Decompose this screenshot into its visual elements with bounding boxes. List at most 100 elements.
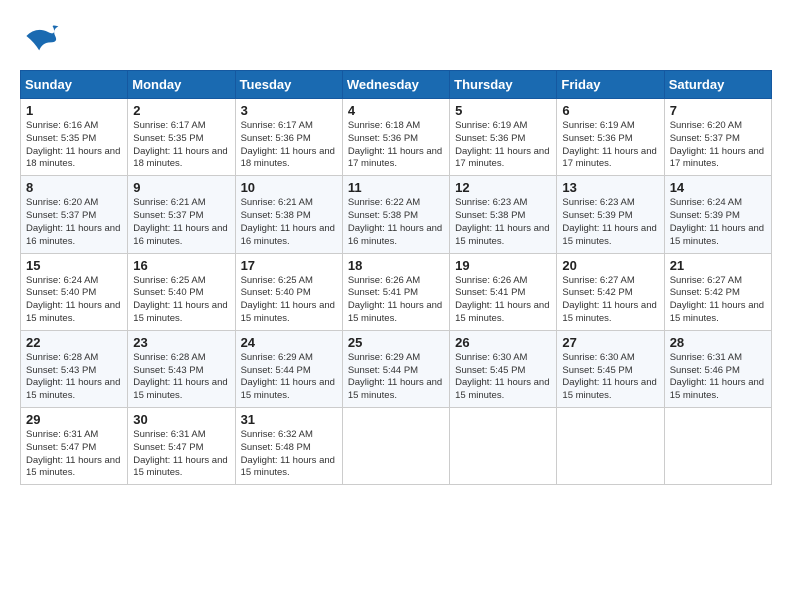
day-info: Sunrise: 6:27 AMSunset: 5:42 PMDaylight:… bbox=[670, 275, 766, 326]
calendar-cell: 15 Sunrise: 6:24 AMSunset: 5:40 PMDayligh… bbox=[21, 253, 128, 330]
day-info: Sunrise: 6:21 AMSunset: 5:38 PMDaylight:… bbox=[241, 197, 337, 248]
calendar-cell bbox=[557, 408, 664, 485]
day-number: 1 bbox=[26, 103, 122, 118]
day-number: 31 bbox=[241, 412, 337, 427]
day-info: Sunrise: 6:22 AMSunset: 5:38 PMDaylight:… bbox=[348, 197, 444, 248]
calendar-cell: 17 Sunrise: 6:25 AMSunset: 5:40 PMDayligh… bbox=[235, 253, 342, 330]
day-number: 24 bbox=[241, 335, 337, 350]
calendar-cell: 7Sunrise: 6:20 AMSunset: 5:37 PMDaylight… bbox=[664, 99, 771, 176]
weekday-header-tuesday: Tuesday bbox=[235, 71, 342, 99]
weekday-header-friday: Friday bbox=[557, 71, 664, 99]
day-info: Sunrise: 6:19 AMSunset: 5:36 PMDaylight:… bbox=[455, 120, 551, 171]
calendar-week-row: 29 Sunrise: 6:31 AMSunset: 5:47 PMDayligh… bbox=[21, 408, 772, 485]
day-info: Sunrise: 6:30 AMSunset: 5:45 PMDaylight:… bbox=[562, 352, 658, 403]
day-number: 15 bbox=[26, 258, 122, 273]
weekday-header-row: SundayMondayTuesdayWednesdayThursdayFrid… bbox=[21, 71, 772, 99]
calendar-cell: 3Sunrise: 6:17 AMSunset: 5:36 PMDaylight… bbox=[235, 99, 342, 176]
day-info: Sunrise: 6:26 AMSunset: 5:41 PMDaylight:… bbox=[455, 275, 551, 326]
day-info: Sunrise: 6:29 AMSunset: 5:44 PMDaylight:… bbox=[348, 352, 444, 403]
day-number: 18 bbox=[348, 258, 444, 273]
day-number: 28 bbox=[670, 335, 766, 350]
day-number: 27 bbox=[562, 335, 658, 350]
calendar-cell: 5 Sunrise: 6:19 AMSunset: 5:36 PMDaylight… bbox=[450, 99, 557, 176]
calendar-cell: 31 Sunrise: 6:32 AMSunset: 5:48 PMDayligh… bbox=[235, 408, 342, 485]
day-info: Sunrise: 6:20 AMSunset: 5:37 PMDaylight:… bbox=[670, 120, 766, 171]
day-info: Sunrise: 6:20 AMSunset: 5:37 PMDaylight:… bbox=[26, 197, 122, 248]
day-number: 12 bbox=[455, 180, 551, 195]
calendar-cell: 22Sunrise: 6:28 AMSunset: 5:43 PMDayligh… bbox=[21, 330, 128, 407]
calendar-cell: 6Sunrise: 6:19 AMSunset: 5:36 PMDaylight… bbox=[557, 99, 664, 176]
day-info: Sunrise: 6:23 AMSunset: 5:38 PMDaylight:… bbox=[455, 197, 551, 248]
logo bbox=[20, 20, 65, 60]
day-number: 23 bbox=[133, 335, 229, 350]
calendar-cell: 21Sunrise: 6:27 AMSunset: 5:42 PMDayligh… bbox=[664, 253, 771, 330]
day-number: 5 bbox=[455, 103, 551, 118]
day-info: Sunrise: 6:32 AMSunset: 5:48 PMDaylight:… bbox=[241, 429, 337, 480]
calendar-cell: 14Sunrise: 6:24 AMSunset: 5:39 PMDayligh… bbox=[664, 176, 771, 253]
weekday-header-monday: Monday bbox=[128, 71, 235, 99]
calendar-cell: 26 Sunrise: 6:30 AMSunset: 5:45 PMDayligh… bbox=[450, 330, 557, 407]
calendar-table: SundayMondayTuesdayWednesdayThursdayFrid… bbox=[20, 70, 772, 485]
day-number: 9 bbox=[133, 180, 229, 195]
calendar-cell: 10 Sunrise: 6:21 AMSunset: 5:38 PMDayligh… bbox=[235, 176, 342, 253]
calendar-cell: 13 Sunrise: 6:23 AMSunset: 5:39 PMDayligh… bbox=[557, 176, 664, 253]
weekday-header-saturday: Saturday bbox=[664, 71, 771, 99]
weekday-header-sunday: Sunday bbox=[21, 71, 128, 99]
calendar-cell: 12 Sunrise: 6:23 AMSunset: 5:38 PMDayligh… bbox=[450, 176, 557, 253]
day-number: 25 bbox=[348, 335, 444, 350]
calendar-week-row: 15 Sunrise: 6:24 AMSunset: 5:40 PMDayligh… bbox=[21, 253, 772, 330]
day-info: Sunrise: 6:21 AMSunset: 5:37 PMDaylight:… bbox=[133, 197, 229, 248]
day-info: Sunrise: 6:19 AMSunset: 5:36 PMDaylight:… bbox=[562, 120, 658, 171]
calendar-cell: 29 Sunrise: 6:31 AMSunset: 5:47 PMDayligh… bbox=[21, 408, 128, 485]
day-number: 19 bbox=[455, 258, 551, 273]
page-header bbox=[20, 20, 772, 60]
calendar-cell bbox=[342, 408, 449, 485]
day-info: Sunrise: 6:18 AMSunset: 5:36 PMDaylight:… bbox=[348, 120, 444, 171]
calendar-cell bbox=[450, 408, 557, 485]
calendar-cell: 30 Sunrise: 6:31 AMSunset: 5:47 PMDayligh… bbox=[128, 408, 235, 485]
calendar-cell: 4 Sunrise: 6:18 AMSunset: 5:36 PMDaylight… bbox=[342, 99, 449, 176]
calendar-cell: 9 Sunrise: 6:21 AMSunset: 5:37 PMDaylight… bbox=[128, 176, 235, 253]
day-info: Sunrise: 6:23 AMSunset: 5:39 PMDaylight:… bbox=[562, 197, 658, 248]
calendar-cell: 16 Sunrise: 6:25 AMSunset: 5:40 PMDayligh… bbox=[128, 253, 235, 330]
day-info: Sunrise: 6:26 AMSunset: 5:41 PMDaylight:… bbox=[348, 275, 444, 326]
day-number: 13 bbox=[562, 180, 658, 195]
day-info: Sunrise: 6:30 AMSunset: 5:45 PMDaylight:… bbox=[455, 352, 551, 403]
calendar-cell: 18 Sunrise: 6:26 AMSunset: 5:41 PMDayligh… bbox=[342, 253, 449, 330]
calendar-week-row: 8 Sunrise: 6:20 AMSunset: 5:37 PMDaylight… bbox=[21, 176, 772, 253]
calendar-cell: 24 Sunrise: 6:29 AMSunset: 5:44 PMDayligh… bbox=[235, 330, 342, 407]
logo-icon bbox=[20, 20, 60, 60]
day-number: 11 bbox=[348, 180, 444, 195]
calendar-cell: 23 Sunrise: 6:28 AMSunset: 5:43 PMDayligh… bbox=[128, 330, 235, 407]
day-number: 17 bbox=[241, 258, 337, 273]
day-number: 8 bbox=[26, 180, 122, 195]
day-info: Sunrise: 6:31 AMSunset: 5:46 PMDaylight:… bbox=[670, 352, 766, 403]
day-number: 30 bbox=[133, 412, 229, 427]
calendar-cell bbox=[664, 408, 771, 485]
weekday-header-wednesday: Wednesday bbox=[342, 71, 449, 99]
day-info: Sunrise: 6:17 AMSunset: 5:35 PMDaylight:… bbox=[133, 120, 229, 171]
calendar-cell: 19 Sunrise: 6:26 AMSunset: 5:41 PMDayligh… bbox=[450, 253, 557, 330]
day-info: Sunrise: 6:29 AMSunset: 5:44 PMDaylight:… bbox=[241, 352, 337, 403]
calendar-week-row: 1Sunrise: 6:16 AMSunset: 5:35 PMDaylight… bbox=[21, 99, 772, 176]
day-number: 10 bbox=[241, 180, 337, 195]
day-info: Sunrise: 6:25 AMSunset: 5:40 PMDaylight:… bbox=[241, 275, 337, 326]
day-number: 26 bbox=[455, 335, 551, 350]
day-info: Sunrise: 6:28 AMSunset: 5:43 PMDaylight:… bbox=[26, 352, 122, 403]
calendar-cell: 28 Sunrise: 6:31 AMSunset: 5:46 PMDayligh… bbox=[664, 330, 771, 407]
day-info: Sunrise: 6:25 AMSunset: 5:40 PMDaylight:… bbox=[133, 275, 229, 326]
day-info: Sunrise: 6:24 AMSunset: 5:40 PMDaylight:… bbox=[26, 275, 122, 326]
day-number: 14 bbox=[670, 180, 766, 195]
calendar-cell: 27 Sunrise: 6:30 AMSunset: 5:45 PMDayligh… bbox=[557, 330, 664, 407]
day-info: Sunrise: 6:28 AMSunset: 5:43 PMDaylight:… bbox=[133, 352, 229, 403]
day-number: 29 bbox=[26, 412, 122, 427]
day-info: Sunrise: 6:31 AMSunset: 5:47 PMDaylight:… bbox=[26, 429, 122, 480]
day-info: Sunrise: 6:31 AMSunset: 5:47 PMDaylight:… bbox=[133, 429, 229, 480]
calendar-cell: 25 Sunrise: 6:29 AMSunset: 5:44 PMDayligh… bbox=[342, 330, 449, 407]
calendar-cell: 8 Sunrise: 6:20 AMSunset: 5:37 PMDaylight… bbox=[21, 176, 128, 253]
day-number: 4 bbox=[348, 103, 444, 118]
day-number: 3 bbox=[241, 103, 337, 118]
day-number: 16 bbox=[133, 258, 229, 273]
day-info: Sunrise: 6:27 AMSunset: 5:42 PMDaylight:… bbox=[562, 275, 658, 326]
weekday-header-thursday: Thursday bbox=[450, 71, 557, 99]
